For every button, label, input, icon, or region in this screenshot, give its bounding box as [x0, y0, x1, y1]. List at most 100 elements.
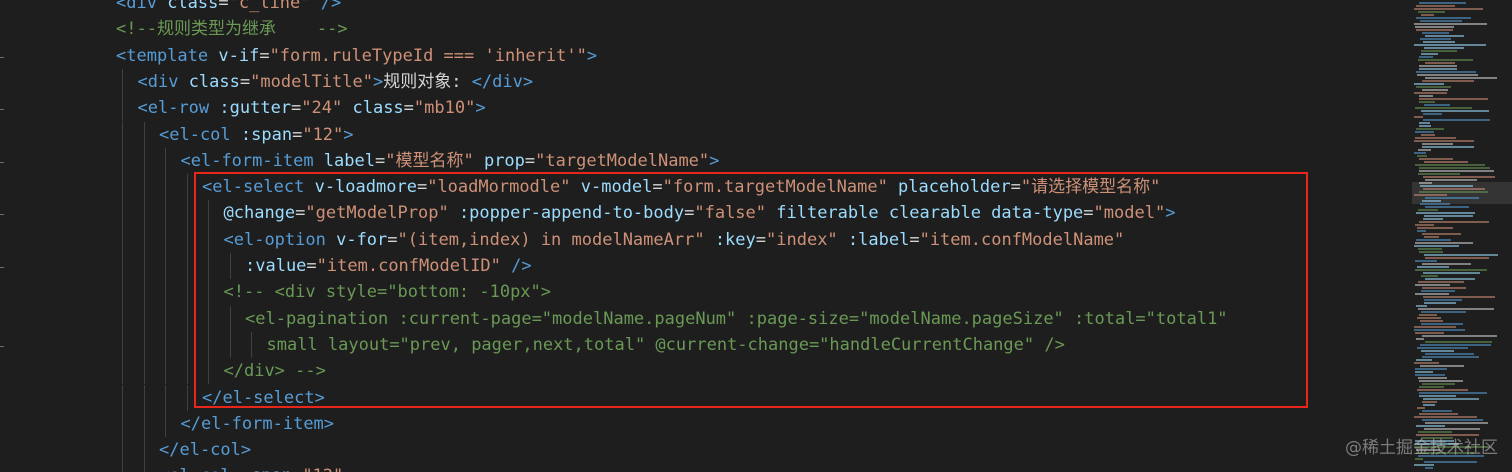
minimap-line: [1419, 392, 1487, 394]
minimap-line: [1414, 83, 1444, 85]
fold-marker[interactable]: [0, 56, 4, 58]
code-token: =: [291, 98, 302, 119]
code-line[interactable]: <el-col :span="12">: [159, 122, 354, 148]
code-line[interactable]: @change="getModelProp" :popper-append-to…: [224, 200, 1176, 226]
minimap-line: [1425, 278, 1475, 280]
minimap-line: [1414, 140, 1474, 142]
minimap-line: [1425, 35, 1464, 37]
indent-guide: [122, 253, 123, 280]
minimap-line: [1422, 233, 1461, 235]
indent-guide: [143, 174, 145, 201]
code-line[interactable]: <el-form-item label="模型名称" prop="targetM…: [181, 148, 720, 174]
indent-guide: [122, 279, 123, 306]
minimap-line: [1414, 245, 1459, 247]
code-line[interactable]: small layout="prev, pager,next,total" @c…: [267, 332, 1065, 358]
minimap-line: [1422, 89, 1448, 91]
indent-guide: [208, 331, 209, 359]
minimap-line: [1422, 383, 1455, 385]
code-token: v-model: [570, 177, 653, 198]
minimap-line: [1417, 347, 1468, 349]
code-token: =: [416, 177, 428, 198]
code-token: <div: [137, 71, 189, 92]
code-line[interactable]: <!-- <div style="bottom: -10px">: [224, 279, 552, 305]
code-token: small layout="prev, pager,next,total" @c…: [266, 334, 1065, 355]
code-token: =: [524, 150, 536, 171]
code-token: filterable clearable data-type: [766, 203, 1084, 224]
code-token: "getModelProp": [305, 203, 449, 224]
minimap-line: [1417, 389, 1468, 391]
code-line[interactable]: <div class="c_line" />: [116, 0, 341, 16]
code-line[interactable]: <el-row :gutter="24" class="mb10">: [138, 95, 486, 121]
code-token: placeholder: [887, 177, 1011, 198]
minimap-line: [1423, 404, 1435, 406]
fold-marker[interactable]: [0, 267, 4, 268]
minimap-line: [1419, 386, 1444, 388]
minimap-line: [1423, 176, 1495, 178]
minimap-line: [1422, 200, 1441, 202]
code-token: </div>: [471, 71, 534, 92]
fold-marker[interactable]: [0, 345, 4, 347]
fold-marker[interactable]: [0, 214, 4, 216]
minimap-line: [1416, 86, 1451, 88]
minimap-line: [1421, 290, 1455, 292]
minimap-line: [1422, 143, 1453, 145]
code-line[interactable]: <!--规则类型为继承 -->: [116, 16, 348, 42]
minimap-line: [1422, 80, 1474, 82]
code-line[interactable]: <el-option v-for="(item,index) in modelN…: [224, 227, 1125, 253]
minimap-line: [1415, 332, 1444, 334]
code-token: </el-form-item>: [180, 413, 335, 434]
indent-guide: [186, 331, 188, 359]
minimap-line: [1420, 365, 1464, 367]
minimap-line: [1422, 263, 1471, 265]
minimap-line: [1419, 170, 1494, 172]
code-token: =: [295, 203, 306, 224]
code-editor[interactable]: <div class="c_line" /> <!--规则类型为继承 --> <te…: [0, 0, 1512, 472]
code-line[interactable]: :value="item.confModelID" />: [245, 253, 532, 279]
code-area[interactable]: <div class="c_line" /> <!--规则类型为继承 --> <te…: [116, 0, 1412, 472]
code-token: "modelTitle": [250, 71, 373, 92]
minimap-line: [1419, 98, 1488, 100]
code-line[interactable]: </el-select>: [202, 385, 325, 411]
code-line[interactable]: <el-col :span="12": [159, 463, 343, 472]
code-line[interactable]: <el-pagination :current-page="modelName.…: [245, 306, 1228, 332]
minimap-line: [1415, 269, 1487, 271]
code-token: =: [652, 177, 663, 198]
minimap-line: [1422, 410, 1452, 412]
code-token: <el-row: [137, 98, 220, 119]
minimap-line: [1414, 152, 1426, 154]
indent-guide: [143, 410, 145, 438]
code-token: "(item,index) in modelNameArr": [397, 229, 705, 250]
indent-guide: [165, 226, 166, 253]
indent-guide: [122, 410, 123, 438]
minimap-line: [1418, 308, 1494, 310]
minimap-line: [1424, 215, 1473, 217]
indent-guide: [229, 305, 231, 332]
code-line[interactable]: <div class="modelTitle">规则对象: </div>: [138, 69, 534, 95]
indent-guide: [165, 279, 166, 306]
minimap-line: [1420, 38, 1451, 40]
code-line[interactable]: <el-select v-loadmore="loadMormodle" v-m…: [202, 174, 1160, 200]
minimap-line: [1425, 197, 1479, 199]
minimap-line: [1415, 242, 1473, 244]
minimap-line: [1421, 323, 1463, 325]
minimap-line: [1416, 338, 1424, 340]
indent-guide: [186, 200, 188, 227]
code-line[interactable]: </div> -->: [224, 358, 326, 384]
indent-guide: [186, 226, 188, 253]
minimap-line: [1415, 371, 1433, 373]
code-line[interactable]: <template v-if="form.ruleTypeId === 'inh…: [116, 43, 597, 69]
indent-guide: [165, 384, 166, 411]
code-line[interactable]: </el-col>: [159, 437, 251, 463]
minimap[interactable]: [1412, 0, 1512, 472]
minimap-line: [1415, 107, 1472, 109]
code-line[interactable]: </el-form-item>: [181, 411, 335, 437]
indent-guide: [122, 331, 123, 359]
indent-guide: [143, 226, 145, 253]
minimap-line: [1421, 311, 1466, 313]
code-token: "24": [301, 98, 343, 119]
code-token: label: [323, 150, 375, 171]
fold-marker[interactable]: [0, 109, 4, 111]
code-token: <el-col: [159, 124, 241, 145]
fold-marker[interactable]: [0, 161, 4, 163]
indent-guide: [251, 331, 252, 359]
